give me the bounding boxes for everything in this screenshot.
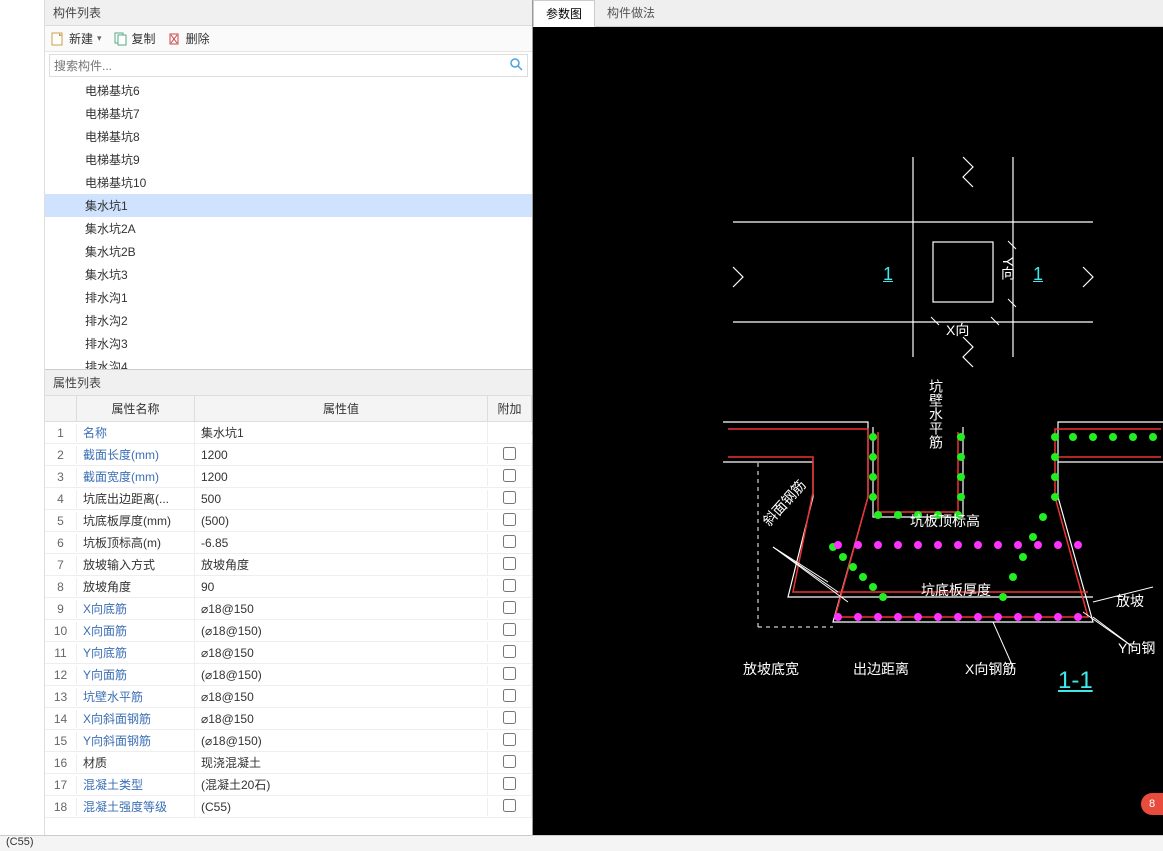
property-list-title: 属性列表	[45, 370, 532, 396]
tab-component-method[interactable]: 构件做法	[595, 0, 667, 26]
tree-item[interactable]: 集水坑1	[45, 194, 532, 217]
y-direction-label: Y向	[998, 257, 1018, 280]
addon-checkbox[interactable]	[503, 777, 516, 790]
edge-distance-label: 出边距离	[853, 659, 909, 679]
board-top-elev-label: 坑板顶标高	[910, 511, 980, 531]
tree-item[interactable]: 排水沟3	[45, 332, 532, 355]
tree-item[interactable]: 排水沟2	[45, 309, 532, 332]
tree-item[interactable]: 电梯基坑7	[45, 102, 532, 125]
property-row[interactable]: 5坑底板厚度(mm)(500)	[45, 510, 532, 532]
property-row[interactable]: 11Y向底筋⌀18@150	[45, 642, 532, 664]
property-row[interactable]: 8放坡角度90	[45, 576, 532, 598]
property-row[interactable]: 16材质现浇混凝土	[45, 752, 532, 774]
slope-width-label: 放坡底宽	[743, 659, 799, 679]
left-gutter	[0, 0, 45, 835]
addon-checkbox[interactable]	[503, 645, 516, 658]
property-row[interactable]: 17混凝土类型(混凝土20石)	[45, 774, 532, 796]
component-list-title: 构件列表	[45, 0, 532, 26]
property-row[interactable]: 13坑壁水平筋⌀18@150	[45, 686, 532, 708]
property-row[interactable]: 7放坡输入方式放坡角度	[45, 554, 532, 576]
component-toolbar: 新建 ▾ 复制 删除	[45, 26, 532, 52]
section-title: 1-1	[1058, 667, 1093, 695]
addon-checkbox[interactable]	[503, 579, 516, 592]
addon-checkbox[interactable]	[503, 513, 516, 526]
property-body[interactable]: 1名称集水坑12截面长度(mm)12003截面宽度(mm)12004坑底出边距离…	[45, 422, 532, 835]
addon-checkbox[interactable]	[503, 557, 516, 570]
property-row[interactable]: 4坑底出边距离(...500	[45, 488, 532, 510]
tree-item[interactable]: 排水沟4	[45, 355, 532, 369]
search-icon[interactable]	[509, 57, 523, 74]
tab-param-diagram[interactable]: 参数图	[533, 0, 595, 27]
section-mark-right: 1	[1033, 264, 1043, 285]
delete-button[interactable]: 删除	[168, 30, 210, 47]
addon-checkbox[interactable]	[503, 491, 516, 504]
slope-out-label: 放坡	[1116, 591, 1144, 611]
x-rebar-label: X向钢筋	[965, 659, 1016, 679]
tree-item[interactable]: 电梯基坑9	[45, 148, 532, 171]
property-row[interactable]: 12Y向面筋(⌀18@150)	[45, 664, 532, 686]
addon-checkbox[interactable]	[503, 447, 516, 460]
property-row[interactable]: 14X向斜面钢筋⌀18@150	[45, 708, 532, 730]
addon-checkbox[interactable]	[503, 733, 516, 746]
property-row[interactable]: 1名称集水坑1	[45, 422, 532, 444]
tree-item[interactable]: 电梯基坑8	[45, 125, 532, 148]
addon-checkbox[interactable]	[503, 755, 516, 768]
property-header: 属性名称 属性值 附加	[45, 396, 532, 422]
addon-checkbox[interactable]	[503, 689, 516, 702]
addon-checkbox[interactable]	[503, 469, 516, 482]
right-tabs: 参数图 构件做法	[533, 0, 1163, 27]
addon-checkbox[interactable]	[503, 711, 516, 724]
addon-checkbox[interactable]	[503, 799, 516, 812]
search-input[interactable]	[54, 59, 509, 73]
property-row[interactable]: 9X向底筋⌀18@150	[45, 598, 532, 620]
component-tree[interactable]: 电梯基坑6电梯基坑7电梯基坑8电梯基坑9电梯基坑10集水坑1集水坑2A集水坑2B…	[45, 79, 532, 369]
tree-item[interactable]: 电梯基坑10	[45, 171, 532, 194]
y-rebar-label: Y向钢	[1118, 638, 1155, 658]
tree-item[interactable]: 排水沟1	[45, 286, 532, 309]
tree-item[interactable]: 集水坑2B	[45, 240, 532, 263]
cad-viewport[interactable]: 1 1 X向 Y向 坑壁水平筋 坑板顶标高 斜面钢筋 坑底板厚度 放坡 Y向钢 …	[533, 27, 1163, 835]
notification-badge[interactable]: 8	[1141, 793, 1163, 815]
property-row[interactable]: 18混凝土强度等级(C55)	[45, 796, 532, 818]
property-row[interactable]: 3截面宽度(mm)1200	[45, 466, 532, 488]
new-button[interactable]: 新建 ▾	[51, 30, 102, 47]
addon-checkbox[interactable]	[503, 601, 516, 614]
section-mark-left: 1	[883, 264, 893, 285]
wall-horizontal-bar-label: 坑壁水平筋	[926, 379, 946, 449]
tree-item[interactable]: 集水坑2A	[45, 217, 532, 240]
copy-icon	[114, 32, 128, 46]
dropdown-caret-icon: ▾	[97, 33, 102, 44]
property-row[interactable]: 6坑板顶标高(m)-6.85	[45, 532, 532, 554]
property-row[interactable]: 15Y向斜面钢筋(⌀18@150)	[45, 730, 532, 752]
property-row[interactable]: 10X向面筋(⌀18@150)	[45, 620, 532, 642]
property-row[interactable]: 2截面长度(mm)1200	[45, 444, 532, 466]
new-icon	[51, 32, 65, 46]
search-row	[49, 54, 528, 77]
addon-checkbox[interactable]	[503, 535, 516, 548]
addon-checkbox[interactable]	[503, 667, 516, 680]
delete-icon	[168, 32, 182, 46]
bottom-thickness-label: 坑底板厚度	[921, 580, 991, 600]
copy-button[interactable]: 复制	[114, 30, 156, 47]
status-bar: (C55)	[0, 835, 1163, 851]
tree-item[interactable]: 电梯基坑6	[45, 79, 532, 102]
tree-item[interactable]: 集水坑3	[45, 263, 532, 286]
x-direction-label: X向	[946, 320, 969, 340]
addon-checkbox[interactable]	[503, 623, 516, 636]
